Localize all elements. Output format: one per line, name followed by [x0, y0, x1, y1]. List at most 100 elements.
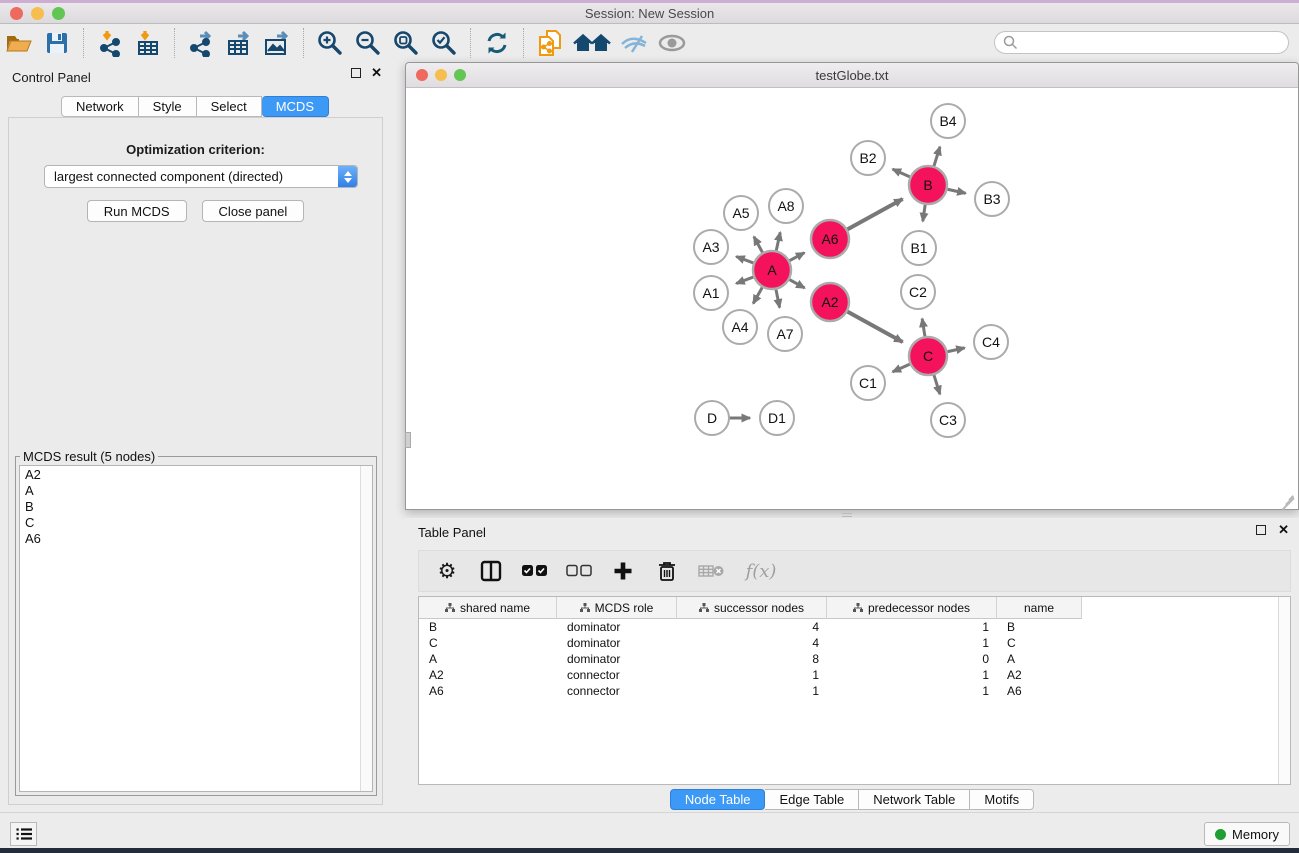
task-history-button[interactable]: [10, 822, 37, 846]
horizontal-divider-handle[interactable]: [842, 513, 852, 517]
table-cell[interactable]: A6: [997, 684, 1082, 698]
add-column-button[interactable]: [605, 554, 641, 588]
column-header-predecessor-nodes[interactable]: predecessor nodes: [827, 597, 997, 619]
mcds-result-list[interactable]: A2ABCA6: [19, 465, 373, 792]
save-session-button[interactable]: [40, 27, 74, 59]
table-cell[interactable]: connector: [557, 668, 677, 682]
optimization-label: Optimization criterion:: [9, 142, 382, 157]
table-cell[interactable]: A2: [419, 668, 557, 682]
table-cell[interactable]: 4: [677, 620, 827, 634]
result-item[interactable]: A6: [20, 530, 372, 546]
table-cell[interactable]: connector: [557, 684, 677, 698]
home-button[interactable]: [571, 27, 613, 59]
select-all-button[interactable]: [517, 554, 553, 588]
table-cell[interactable]: 1: [827, 668, 997, 682]
column-header-successor-nodes[interactable]: successor nodes: [677, 597, 827, 619]
zoom-fit-button[interactable]: [389, 27, 423, 59]
table-cell[interactable]: 8: [677, 652, 827, 666]
close-panel-button[interactable]: Close panel: [202, 200, 305, 222]
graph-node-label-C1: C1: [859, 375, 877, 391]
function-builder-button[interactable]: f(x): [737, 554, 785, 588]
network-window-titlebar[interactable]: testGlobe.txt: [406, 63, 1298, 88]
table-cell[interactable]: dominator: [557, 636, 677, 650]
result-item[interactable]: C: [20, 514, 372, 530]
float-panel-icon[interactable]: [351, 68, 361, 78]
tab-network-table[interactable]: Network Table: [859, 789, 970, 810]
new-network-button[interactable]: [533, 27, 567, 59]
table-cell[interactable]: 0: [827, 652, 997, 666]
show-columns-button[interactable]: [473, 554, 509, 588]
deselect-all-button[interactable]: [561, 554, 597, 588]
zoom-out-button[interactable]: [351, 27, 385, 59]
import-table-button[interactable]: [131, 27, 165, 59]
table-cell[interactable]: C: [997, 636, 1082, 650]
export-image-button[interactable]: [260, 27, 294, 59]
table-cell[interactable]: B: [997, 620, 1082, 634]
table-cell[interactable]: A: [419, 652, 557, 666]
table-cell[interactable]: C: [419, 636, 557, 650]
tab-select[interactable]: Select: [197, 96, 262, 117]
delete-column-button[interactable]: [649, 554, 685, 588]
table-row[interactable]: A6connector11A6: [419, 683, 1278, 699]
table-cell[interactable]: 1: [827, 620, 997, 634]
tab-style[interactable]: Style: [139, 96, 197, 117]
search-input[interactable]: [994, 31, 1289, 54]
network-canvas[interactable]: AA1A2A3A4A5A6A7A8BB1B2B3B4CC1C2C3C4DD1: [407, 89, 1297, 509]
table-scrollbar[interactable]: [1278, 597, 1290, 784]
table-cell[interactable]: dominator: [557, 620, 677, 634]
export-network-button[interactable]: [184, 27, 218, 59]
control-panel: Control Panel ✕ NetworkStyleSelectMCDS O…: [0, 62, 390, 812]
column-header-name[interactable]: name: [997, 597, 1082, 619]
table-row[interactable]: A2connector11A2: [419, 667, 1278, 683]
run-mcds-button[interactable]: Run MCDS: [87, 200, 187, 222]
tab-motifs[interactable]: Motifs: [970, 789, 1034, 810]
show-all-button[interactable]: [655, 27, 689, 59]
table-row[interactable]: Adominator80A: [419, 651, 1278, 667]
panel-divider-handle[interactable]: [405, 432, 411, 448]
table-cell[interactable]: A6: [419, 684, 557, 698]
table-cell[interactable]: dominator: [557, 652, 677, 666]
tab-node-table[interactable]: Node Table: [670, 789, 766, 810]
memory-button[interactable]: Memory: [1204, 822, 1290, 846]
table-cell[interactable]: 1: [827, 684, 997, 698]
column-header-MCDS-role[interactable]: MCDS role: [557, 597, 677, 619]
window-resize-grip[interactable]: [1282, 493, 1296, 507]
open-file-icon: [5, 31, 33, 55]
table-options-button[interactable]: ⚙: [429, 554, 465, 588]
float-table-panel-icon[interactable]: [1256, 525, 1266, 535]
tab-network[interactable]: Network: [61, 96, 139, 117]
column-header-shared-name[interactable]: shared name: [419, 597, 557, 619]
table-cell[interactable]: A2: [997, 668, 1082, 682]
table-cell[interactable]: 4: [677, 636, 827, 650]
zoom-in-button[interactable]: [313, 27, 347, 59]
import-network-button[interactable]: [93, 27, 127, 59]
tab-mcds[interactable]: MCDS: [262, 96, 329, 117]
delete-table-button[interactable]: [693, 554, 729, 588]
result-item[interactable]: A2: [20, 466, 372, 482]
table-cell[interactable]: 1: [827, 636, 997, 650]
tab-edge-table[interactable]: Edge Table: [765, 789, 859, 810]
refresh-button[interactable]: [480, 27, 514, 59]
export-table-button[interactable]: [222, 27, 256, 59]
node-table[interactable]: shared nameMCDS rolesuccessor nodesprede…: [418, 596, 1291, 785]
table-cell[interactable]: 1: [677, 684, 827, 698]
graph-node-label-A: A: [767, 262, 777, 278]
result-item[interactable]: A: [20, 482, 372, 498]
table-cell[interactable]: 1: [677, 668, 827, 682]
graph-node-label-A3: A3: [702, 239, 719, 255]
table-row[interactable]: Cdominator41C: [419, 635, 1278, 651]
table-row[interactable]: Bdominator41B: [419, 619, 1278, 635]
result-item[interactable]: B: [20, 498, 372, 514]
hide-selected-button[interactable]: [617, 27, 651, 59]
close-table-panel-icon[interactable]: ✕: [1278, 525, 1289, 535]
optimization-dropdown[interactable]: largest connected component (directed): [44, 165, 358, 188]
table-cell[interactable]: A: [997, 652, 1082, 666]
open-file-button[interactable]: [2, 27, 36, 59]
graph-node-label-A6: A6: [821, 231, 838, 247]
table-cell[interactable]: B: [419, 620, 557, 634]
add-column-icon: [613, 561, 633, 581]
close-panel-icon[interactable]: ✕: [371, 68, 382, 78]
result-scrollbar[interactable]: [360, 466, 372, 791]
column-hierarchy-icon: [580, 601, 590, 615]
zoom-selected-button[interactable]: [427, 27, 461, 59]
